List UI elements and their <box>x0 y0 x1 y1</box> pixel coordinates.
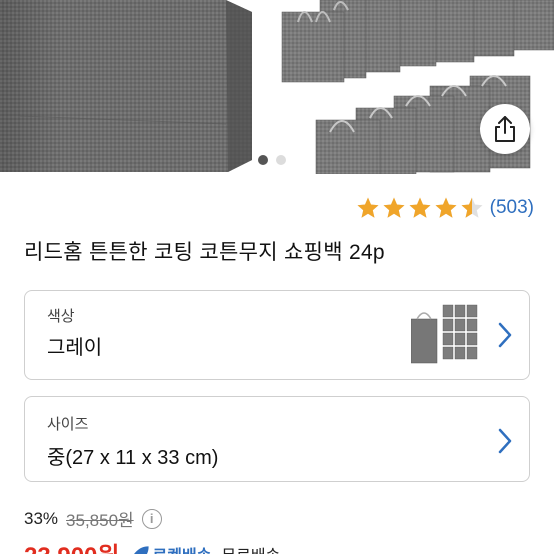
star-full-icon <box>357 197 379 218</box>
shipping-info: 무료배송 <box>221 542 280 554</box>
star-full-icon <box>409 197 431 218</box>
rocket-delivery-badge: 로켓배송 <box>130 542 212 554</box>
size-option-value: 중(27 x 11 x 33 cm) <box>47 447 219 469</box>
star-rating <box>356 196 484 220</box>
discount-row: 33% 35,850원 i <box>24 506 162 531</box>
size-option-selector[interactable]: 사이즈 중(27 x 11 x 33 cm) <box>24 396 530 482</box>
info-icon[interactable]: i <box>141 508 162 529</box>
chevron-right-icon <box>498 322 512 348</box>
rocket-delivery-label: 로켓배송 <box>153 542 212 554</box>
star-half-icon <box>461 197 483 218</box>
pagination-dot-active[interactable] <box>258 155 268 165</box>
color-option-thumbnail <box>411 304 478 364</box>
product-title: 리드홈 튼튼한 코팅 코튼무지 쇼핑백 24p <box>24 241 385 264</box>
product-image-main[interactable] <box>0 0 262 174</box>
star-full-icon <box>435 197 457 218</box>
rocket-icon <box>133 545 149 554</box>
size-option-label: 사이즈 <box>47 416 89 433</box>
chevron-right-icon <box>498 428 512 454</box>
review-count-link[interactable]: (503) <box>490 197 534 219</box>
price-row: 23,900원 로켓배송 무료배송 <box>24 536 280 554</box>
pagination-dot[interactable] <box>276 155 286 165</box>
sale-price: 23,900원 <box>24 536 120 554</box>
product-image-gallery[interactable] <box>0 0 554 178</box>
color-option-label: 색상 <box>47 308 75 325</box>
color-option-selector[interactable]: 색상 그레이 <box>24 290 530 380</box>
color-option-value: 그레이 <box>47 337 103 359</box>
star-full-icon <box>383 197 405 218</box>
rating[interactable]: (503) <box>356 196 534 220</box>
share-button[interactable] <box>480 104 530 154</box>
share-icon <box>495 116 515 142</box>
discount-rate: 33% <box>24 508 59 528</box>
original-price: 35,850원 <box>66 511 134 530</box>
gallery-pagination <box>258 155 286 165</box>
